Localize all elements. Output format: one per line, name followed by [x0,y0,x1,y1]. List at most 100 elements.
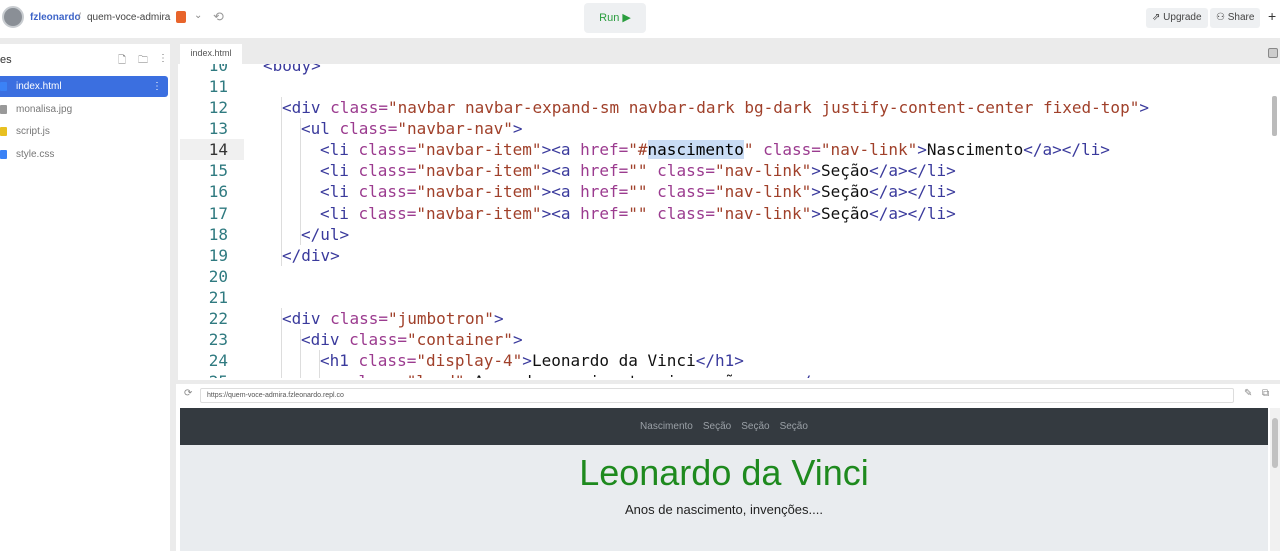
history-icon[interactable]: ⟲ [213,9,224,25]
file-item[interactable]: style.css [0,144,168,165]
code-token: ><a [541,203,581,223]
upgrade-button[interactable]: ⇗ Upgrade [1146,8,1208,28]
code-token: > [493,308,504,328]
code-token: </a></li> [1023,140,1110,160]
code-token: "container" [406,330,513,350]
code-line: <body> [263,64,321,76]
external-link-icon[interactable]: ⧉ [1262,388,1269,399]
code-token: class= [358,140,417,160]
file-item[interactable]: index.html ⋮ [0,76,168,97]
code-token: <li [320,203,359,223]
code-token: </ul> [301,224,350,244]
code-token: <li [320,140,359,160]
code-line: <li class="navbar-item"><a href="" class… [320,203,956,224]
code-token: "# [628,140,648,160]
code-token: "nav-link" [714,161,812,181]
file-name: style.css [16,148,55,160]
preview-navbar: Nascimento Seção Seção Seção [180,408,1268,445]
code-token: class= [349,372,407,378]
code-token: > [811,182,821,202]
nav-link[interactable]: Nascimento [640,421,693,432]
user-link[interactable]: fzleonardo [30,12,81,23]
share-button[interactable]: ⚇ Share [1210,8,1261,28]
code-token: <div [282,98,331,118]
breadcrumb-separator: / [78,12,81,23]
tab-index-html[interactable]: index.html [180,44,242,64]
file-name: script.js [16,126,50,137]
html5-icon [176,11,186,23]
code-token: href= [580,161,629,181]
minimize-icon[interactable] [1268,48,1278,58]
preview-scroll-thumb[interactable] [1272,418,1278,468]
code-token: <li [320,182,359,202]
url-bar[interactable]: https://quem-voce-admira.fzleonardo.repl… [200,388,1234,403]
nav-link[interactable]: Seção [741,421,769,432]
more-icon[interactable]: ⋮ [158,53,168,64]
code-token: <h1 [320,351,359,371]
code-line: </ul> [301,224,349,245]
plus-icon[interactable]: + [1268,8,1276,24]
code-token: ><a [541,161,581,181]
code-token: Seção [820,161,870,181]
code-token: href= [580,182,629,202]
code-token: class= [358,203,417,223]
code-line: <h1 class="display-4">Leonardo da Vinci<… [320,350,744,371]
editor-scrollbar[interactable] [1272,96,1277,136]
file-name: monalisa.jpg [16,103,73,115]
code-area[interactable]: <body> <div class= "navbar navbar-expand-s… [244,64,1270,378]
code-token: Nascimento [926,140,1024,160]
code-token: "nav-link" [714,203,812,223]
line-gutter: 10 111213141516171819202122232425 [180,64,244,378]
reload-icon[interactable]: ⟳ [184,388,192,399]
nav-link[interactable]: Seção [703,421,731,432]
code-token: "lead" [407,372,465,378]
code-token: > [1139,98,1149,118]
file-menu-icon[interactable]: ⋮ [152,76,162,97]
file-icon [0,149,7,159]
code-token: <li [320,161,359,181]
pencil-icon[interactable]: ✎ [1244,388,1252,399]
code-token: > [917,140,927,160]
new-folder-icon[interactable]: 🗀 [138,53,148,70]
code-token: "navbar navbar-expand-sm navbar-dark bg-… [387,98,1140,118]
file-name: index.html [16,81,62,92]
code-line: <li class="navbar-item"><a href="#nascim… [320,139,1110,160]
line-number: 23 [208,330,228,350]
line-number: 22 [208,308,228,328]
code-token: "navbar-item" [416,161,542,181]
code-token: "display-4" [416,351,523,371]
code-token: > [811,203,821,223]
code-token: Seção [820,182,870,202]
file-icon [0,127,7,136]
code-token: > [811,161,821,181]
run-button[interactable]: Run ▶ [584,3,646,33]
code-token: <div [282,308,331,328]
code-line: <p class="lead">Anos de nascimento, inve… [320,371,831,378]
file-item[interactable]: monalisa.jpg [0,99,168,120]
line-number: 15 [208,161,228,181]
code-token: "navbar-item" [416,140,542,160]
chevron-down-icon[interactable]: ⌄ [194,10,202,21]
line-number: 18 [208,224,228,244]
code-token: </h1> [695,351,744,371]
file-item[interactable]: script.js [0,121,168,142]
file-icon [0,104,7,114]
avatar[interactable] [2,6,24,28]
code-token: Leonardo da Vinci [531,351,696,371]
code-token: > [522,351,532,371]
code-token: "jumbotron" [387,308,494,328]
code-token: class= [358,351,417,371]
code-token: "nav-link" [820,140,918,160]
nav-link[interactable]: Seção [780,421,808,432]
code-token: "navbar-item" [416,182,542,202]
line-number: 25 [209,371,228,378]
code-token: <div [301,330,350,350]
new-file-icon[interactable]: 🗋 [118,53,126,70]
code-token: <body> [263,64,321,75]
line-number: 14 [208,140,228,160]
repl-name[interactable]: quem-voce-admira [87,12,170,23]
code-token: ><a [541,140,581,160]
line-number: 16 [208,182,228,202]
line-number: 21 [208,287,228,307]
indent-guide [281,97,282,266]
